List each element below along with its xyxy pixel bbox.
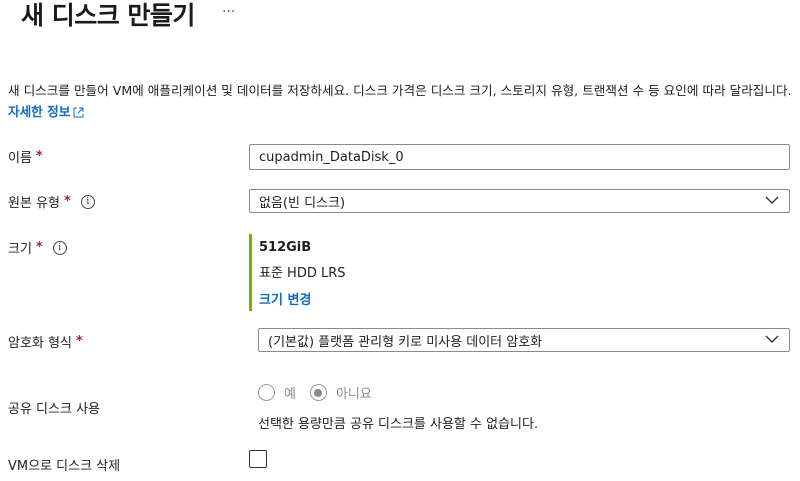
name-label: 이름 * [8, 149, 43, 166]
size-tier: 표준 HDD LRS [259, 266, 346, 281]
required-marker: * [35, 240, 43, 255]
learn-more-link[interactable]: 자세한 정보 [8, 104, 84, 119]
delete-with-vm-checkbox[interactable] [249, 450, 267, 468]
size-summary: 512GiB 표준 HDD LRS 크기 변경 [249, 234, 346, 311]
shared-disk-options: 예 아니요 [258, 383, 372, 402]
delete-with-vm-label: VM으로 디스크 삭제 [8, 459, 121, 474]
more-options-icon[interactable]: ... [222, 0, 235, 16]
encryption-label: 암호화 형식 * [8, 334, 83, 351]
required-marker: * [63, 194, 71, 209]
encryption-dropdown[interactable]: (기본값) 플랫폼 관리형 키로 미사용 데이터 암호화 [258, 328, 790, 352]
size-label: 크기 * i [8, 238, 67, 257]
page-title: 새 디스크 만들기 [21, 1, 195, 30]
description: 새 디스크를 만들어 VM에 애플리케이션 및 데이터를 저장하세요. 디스크 … [8, 80, 798, 122]
source-type-label: 원본 유형 * i [8, 192, 95, 211]
radio-selected-dot [314, 388, 323, 397]
chevron-down-icon [765, 335, 779, 343]
size-value: 512GiB [259, 240, 312, 255]
change-size-link[interactable]: 크기 변경 [259, 289, 346, 308]
radio-no-label: 아니요 [335, 387, 372, 402]
radio-no[interactable] [309, 384, 327, 401]
radio-yes[interactable] [258, 384, 275, 401]
chevron-down-icon [765, 196, 779, 204]
required-marker: * [35, 149, 43, 164]
shared-disk-note: 선택한 용량만큼 공유 디스크를 사용할 수 없습니다. [258, 417, 539, 432]
info-icon[interactable]: i [80, 194, 95, 209]
description-text: 새 디스크를 만들어 VM에 애플리케이션 및 데이터를 저장하세요. 디스크 … [8, 83, 792, 98]
required-marker: * [75, 334, 83, 349]
shared-disk-label: 공유 디스크 사용 [8, 402, 100, 417]
source-type-dropdown[interactable]: 없음(빈 디스크) [249, 189, 790, 213]
radio-yes-label: 예 [284, 387, 296, 402]
name-input[interactable] [249, 144, 790, 170]
external-link-icon [73, 107, 84, 118]
info-icon[interactable]: i [52, 240, 67, 255]
